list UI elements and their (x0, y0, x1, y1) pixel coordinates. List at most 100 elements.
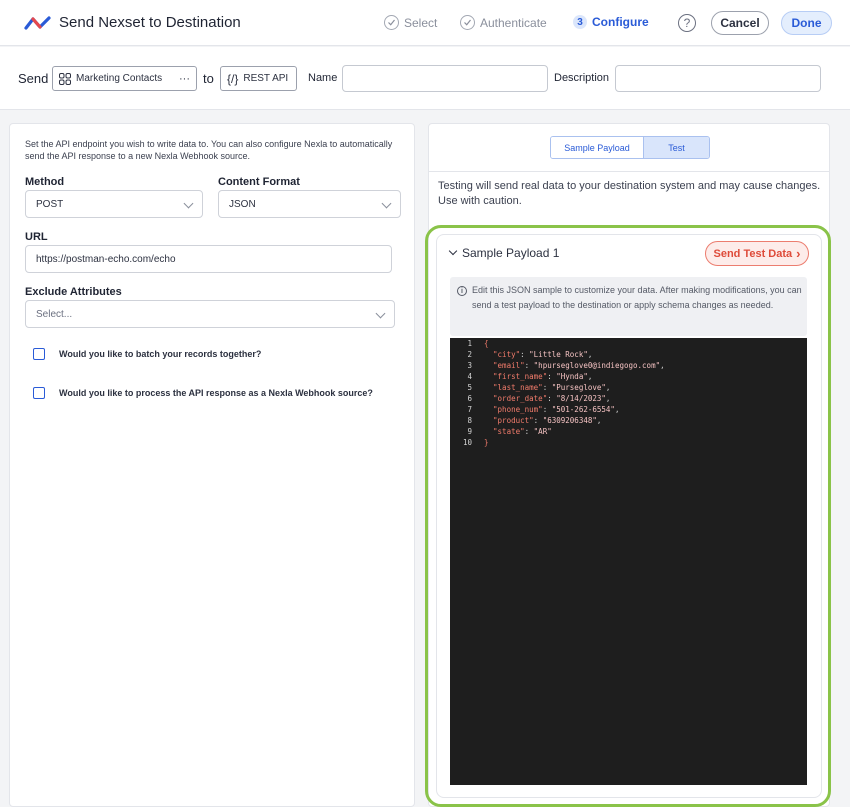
line-number: 6 (467, 394, 472, 403)
send-bar: Send Marketing Contacts ··· to {/} REST … (0, 47, 850, 110)
json-comma: , (596, 416, 602, 425)
info-note: i Edit this JSON sample to customize you… (450, 277, 807, 336)
code-line: 2 "city": "Little Rock", (450, 349, 592, 360)
send-test-data-button[interactable]: Send Test Data › (705, 241, 809, 266)
json-value: "Purseglove" (551, 383, 606, 392)
json-value: "501-262-6554" (551, 405, 615, 414)
line-number: 9 (467, 427, 472, 436)
url-value: https://postman-echo.com/echo (36, 253, 176, 265)
chevron-right-icon: › (796, 246, 801, 261)
json-editor[interactable]: 1 { 2 "city": "Little Rock", 3 "email": … (450, 338, 807, 785)
to-label: to (203, 71, 214, 86)
endpoint-config-panel: Set the API endpoint you wish to write d… (9, 123, 415, 807)
line-number: 5 (467, 383, 472, 392)
url-label: URL (25, 231, 48, 243)
source-nexset-chip[interactable]: Marketing Contacts ··· (52, 66, 197, 91)
test-panel: Sample Payload Test Testing will send re… (425, 123, 831, 807)
step-number: 3 (573, 15, 587, 29)
tab-sample-payload[interactable]: Sample Payload (551, 137, 643, 158)
step-select[interactable]: Select (384, 15, 437, 30)
open-brace: { (484, 339, 489, 348)
content-format-value: JSON (229, 198, 256, 210)
code-line: 10 } (450, 437, 489, 448)
more-icon[interactable]: ··· (179, 73, 190, 85)
batch-records-checkbox[interactable] (33, 348, 45, 360)
json-value: "Hynda" (556, 372, 588, 381)
json-value: "8/14/2023" (556, 394, 606, 403)
chevron-down-icon (183, 198, 194, 209)
info-icon: i (457, 286, 467, 296)
check-circle-icon (384, 15, 399, 30)
line-number: 8 (467, 416, 472, 425)
payload-tabs: Sample Payload Test (550, 136, 710, 159)
chevron-down-icon (381, 198, 392, 209)
json-key: "state" (493, 427, 525, 436)
info-text: Edit this JSON sample to customize your … (472, 285, 802, 310)
json-value: "AR" (533, 427, 552, 436)
close-brace: } (484, 438, 489, 447)
url-input[interactable]: https://postman-echo.com/echo (25, 245, 392, 273)
line-number: 7 (467, 405, 472, 414)
code-line: 7 "phone_num": "501-262-6554", (450, 404, 619, 415)
tab-test[interactable]: Test (643, 137, 709, 158)
content-format-select[interactable]: JSON (218, 190, 401, 218)
json-value: "6309206348" (542, 416, 597, 425)
webhook-source-checkbox[interactable] (33, 387, 45, 399)
highlight-frame: Sample Payload 1 Send Test Data › i Edit… (425, 225, 831, 807)
json-comma: , (605, 394, 611, 403)
line-number: 3 (467, 361, 472, 370)
json-comma: , (614, 405, 620, 414)
method-label: Method (25, 176, 65, 188)
divider (429, 171, 829, 172)
method-select[interactable]: POST (25, 190, 203, 218)
sample-payload-toggle[interactable]: Sample Payload 1 (448, 246, 560, 260)
json-comma: , (660, 361, 665, 370)
line-number: 10 (462, 438, 472, 447)
cancel-button[interactable]: Cancel (711, 11, 769, 35)
sample-payload-card: Sample Payload 1 Send Test Data › i Edit… (436, 234, 822, 798)
checkbox-label: Would you like to process the API respon… (59, 388, 373, 398)
description-input[interactable] (615, 65, 821, 92)
json-key: "phone_num" (493, 405, 543, 414)
step-label: Configure (592, 15, 649, 29)
code-line: 5 "last_name": "Purseglove", (450, 382, 610, 393)
line-number: 2 (467, 350, 472, 359)
json-value: "Little Rock" (529, 350, 588, 359)
source-name: Marketing Contacts (76, 73, 163, 84)
json-value: "hpurseglove0@indiegogo.com" (533, 361, 661, 370)
step-label: Authenticate (480, 15, 547, 30)
code-line: 6 "order_date": "8/14/2023", (450, 393, 610, 404)
intro-text: Set the API endpoint you wish to write d… (25, 139, 393, 161)
step-label: Select (404, 15, 438, 30)
code-line: 1 { (450, 338, 489, 349)
send-label: Send (18, 71, 49, 86)
webhook-source-option[interactable]: Would you like to process the API respon… (33, 387, 373, 399)
json-key: "city" (493, 350, 521, 359)
page-title: Send Nexset to Destination (59, 14, 241, 31)
json-key: "first_name" (493, 372, 548, 381)
help-icon[interactable]: ? (678, 14, 696, 32)
code-brackets-icon: {/} (227, 71, 239, 86)
json-key: "last_name" (493, 383, 543, 392)
line-number: 4 (467, 372, 472, 381)
exclude-attributes-select[interactable]: Select... (25, 300, 395, 328)
destination-chip[interactable]: {/} REST API (220, 66, 297, 91)
json-comma: , (587, 350, 593, 359)
step-authenticate[interactable]: Authenticate (460, 15, 547, 30)
nexset-grid-icon (59, 72, 71, 85)
chevron-down-icon (448, 246, 458, 256)
code-line: 9 "state": "AR" (450, 426, 552, 437)
code-line: 3 "email": "hpurseglove0@indiegogo.com", (450, 360, 665, 371)
code-line: 8 "product": "6309206348", (450, 415, 601, 426)
name-input[interactable] (342, 65, 548, 92)
sample-payload-title: Sample Payload 1 (462, 246, 560, 260)
line-number: 1 (467, 339, 472, 348)
step-configure[interactable]: 3 Configure (573, 15, 649, 29)
name-label: Name (308, 72, 338, 84)
check-circle-icon (460, 15, 475, 30)
checkbox-label: Would you like to batch your records tog… (59, 349, 262, 359)
batch-records-option[interactable]: Would you like to batch your records tog… (33, 348, 261, 360)
json-comma: , (587, 372, 593, 381)
done-button[interactable]: Done (781, 11, 832, 35)
description-label: Description (554, 72, 610, 84)
